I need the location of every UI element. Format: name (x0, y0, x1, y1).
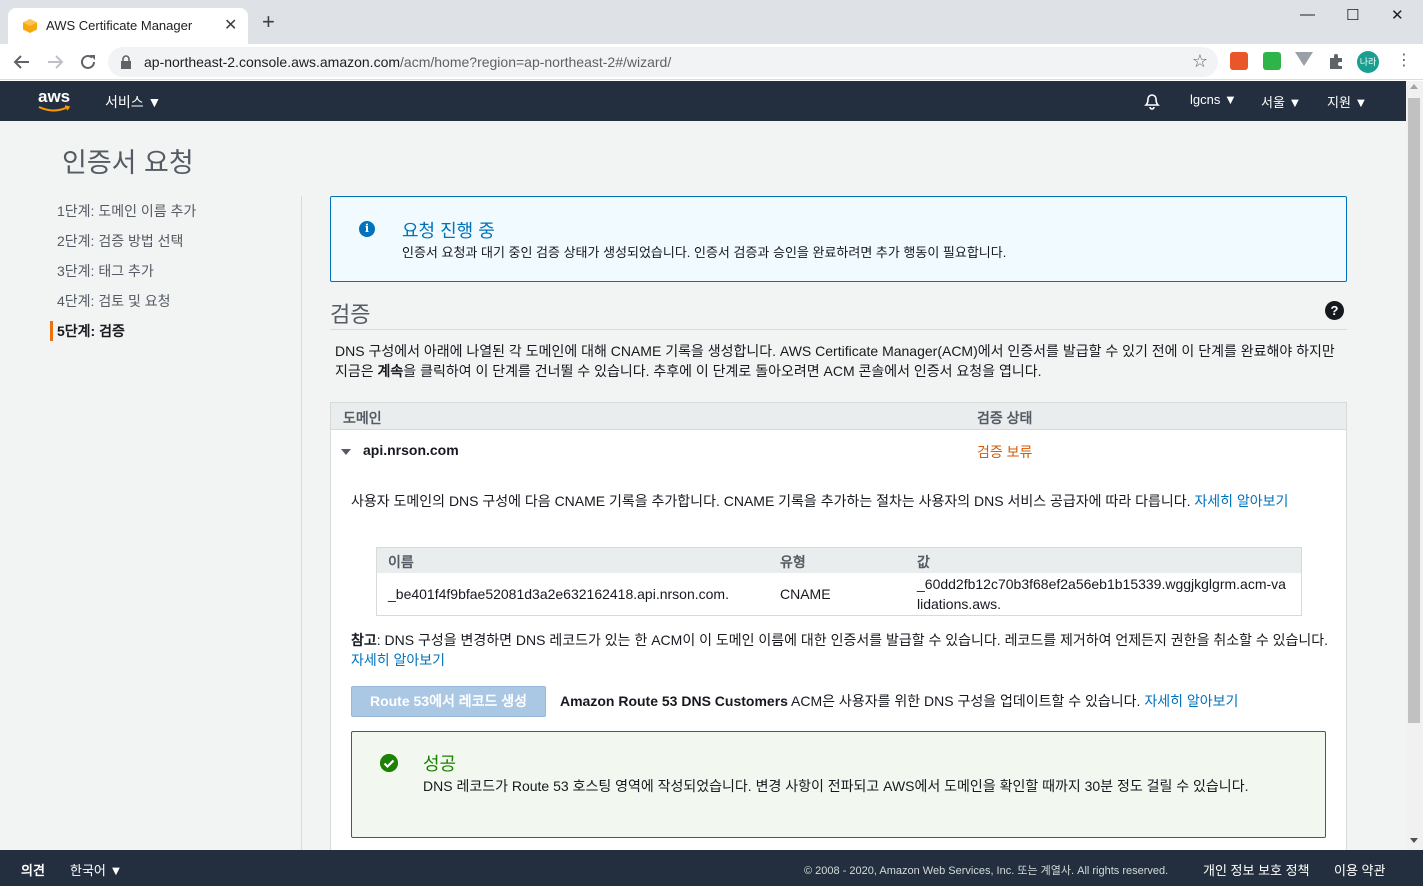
wizard-step-2[interactable]: 2단계: 검증 방법 선택 (57, 231, 183, 251)
cname-record-value: _60dd2fb12c70b3f68ef2a56eb1b15339.wggjkg… (917, 576, 1286, 612)
learn-more-link[interactable]: 자세히 알아보기 (1144, 693, 1238, 709)
lock-icon (121, 55, 131, 69)
support-menu[interactable]: 지원 ▼ (1327, 92, 1367, 111)
active-step-indicator (50, 321, 53, 341)
info-alert: i 요청 진행 중 인증서 요청과 대기 중인 검증 상태가 생성되었습니다. … (330, 196, 1347, 282)
expand-caret-icon[interactable] (341, 449, 351, 455)
region-menu[interactable]: 서울 ▼ (1261, 92, 1301, 111)
aws-smile-icon (38, 105, 71, 112)
page-title: 인증서 요청 (62, 148, 194, 178)
learn-more-link[interactable]: 자세히 알아보기 (351, 652, 445, 668)
success-alert-title: 성공 (423, 754, 457, 774)
extensions-puzzle-icon[interactable] (1327, 52, 1345, 70)
notification-bell-icon[interactable] (1143, 91, 1161, 111)
reload-icon[interactable] (79, 53, 97, 71)
terms-link[interactable]: 이용 약관 (1334, 860, 1385, 879)
info-alert-text: 인증서 요청과 대기 중인 검증 상태가 생성되었습니다. 인증서 검증과 승인… (402, 245, 1007, 260)
column-type: 유형 (780, 554, 806, 570)
validation-description: DNS 구성에서 아래에 나열된 각 도메인에 대해 CNAME 기록을 생성합… (335, 343, 1335, 379)
language-selector[interactable]: 한국어 ▼ (70, 860, 122, 879)
learn-more-link[interactable]: 자세히 알아보기 (1194, 493, 1288, 509)
aws-console-header: aws 서비스 ▼ lgcns ▼ 서울 ▼ 지원 ▼ (0, 81, 1406, 121)
browser-titlebar: AWS Certificate Manager ✕ + — ☐ ✕ (0, 0, 1423, 44)
cname-record-name: _be401f4f9bfae52081d3a2e632162418.api.nr… (388, 586, 729, 602)
extension-v-icon[interactable] (1295, 52, 1313, 66)
info-alert-title: 요청 진행 중 (402, 221, 495, 241)
column-value: 값 (917, 554, 930, 570)
address-bar[interactable]: ap-northeast-2.console.aws.amazon.com/ac… (108, 47, 1218, 77)
profile-avatar[interactable]: 나라 (1357, 51, 1379, 73)
wizard-step-5: 5단계: 검증 (57, 323, 125, 339)
tab-close-icon[interactable]: ✕ (224, 15, 237, 35)
column-validation-status: 검증 상태 (977, 410, 1033, 426)
extension-green-icon[interactable] (1263, 52, 1281, 70)
aws-console-footer: 의견 한국어 ▼ © 2008 - 2020, Amazon Web Servi… (0, 850, 1423, 886)
sidebar-divider (301, 196, 302, 850)
domain-name[interactable]: api.nrson.com (363, 442, 459, 458)
success-check-icon (380, 754, 398, 772)
scroll-up-arrow-icon[interactable] (1410, 84, 1418, 89)
tab-title: AWS Certificate Manager (46, 18, 193, 33)
info-icon: i (359, 221, 375, 237)
browser-toolbar: ap-northeast-2.console.aws.amazon.com/ac… (0, 44, 1423, 80)
aws-favicon-icon (23, 19, 37, 33)
maximize-button[interactable]: ☐ (1346, 6, 1359, 24)
forward-arrow-icon[interactable] (46, 53, 64, 71)
cname-table-header: 이름 유형 값 (377, 548, 1301, 573)
close-window-button[interactable]: ✕ (1391, 6, 1404, 24)
new-tab-button[interactable]: + (262, 11, 275, 33)
column-name: 이름 (388, 554, 414, 570)
browser-menu-icon[interactable]: ⋮ (1396, 50, 1412, 70)
cname-instructions: 사용자 도메인의 DNS 구성에 다음 CNAME 기록을 추가합니다. CNA… (351, 493, 1289, 509)
cname-record-type: CNAME (780, 586, 831, 602)
dns-note: 참고: DNS 구성을 변경하면 DNS 레코드가 있는 한 ACM이 이 도메… (351, 632, 1329, 668)
browser-tab[interactable]: AWS Certificate Manager ✕ (8, 8, 248, 44)
section-divider (330, 329, 1347, 330)
extension-rx-icon[interactable] (1230, 52, 1248, 70)
column-domain: 도메인 (343, 410, 382, 426)
validation-heading: 검증 (330, 302, 371, 327)
validation-status-badge: 검증 보류 (977, 444, 1033, 460)
privacy-policy-link[interactable]: 개인 정보 보호 정책 (1203, 860, 1310, 879)
domain-table-header: 도메인 검증 상태 (331, 403, 1346, 430)
minimize-button[interactable]: — (1300, 6, 1315, 23)
scrollbar-thumb[interactable] (1408, 98, 1420, 723)
success-alert-text: DNS 레코드가 Route 53 호스팅 영역에 작성되었습니다. 변경 사항… (423, 778, 1249, 794)
domain-table: 도메인 검증 상태 api.nrson.com 검증 보류 사용자 도메인의 D… (330, 402, 1347, 862)
copyright-text: © 2008 - 2020, Amazon Web Services, Inc.… (804, 865, 1169, 877)
create-route53-record-button[interactable]: Route 53에서 레코드 생성 (351, 686, 546, 717)
bookmark-star-icon[interactable]: ☆ (1192, 51, 1208, 72)
wizard-step-1[interactable]: 1단계: 도메인 이름 추가 (57, 201, 196, 221)
cname-record-table: 이름 유형 값 _be401f4f9bfae52081d3a2e63216241… (376, 547, 1302, 616)
success-alert: 성공 DNS 레코드가 Route 53 호스팅 영역에 작성되었습니다. 변경… (351, 731, 1326, 838)
account-menu[interactable]: lgcns ▼ (1190, 92, 1237, 107)
help-icon[interactable]: ? (1325, 301, 1344, 320)
feedback-link[interactable]: 의견 (21, 860, 45, 879)
back-arrow-icon[interactable] (13, 53, 31, 71)
url-text: ap-northeast-2.console.aws.amazon.com/ac… (144, 54, 672, 70)
services-menu[interactable]: 서비스 ▼ (105, 92, 161, 112)
scroll-down-arrow-icon[interactable] (1410, 838, 1418, 843)
wizard-step-4[interactable]: 4단계: 검토 및 요청 (57, 291, 171, 311)
route53-description: Amazon Route 53 DNS Customers ACM은 사용자를 … (560, 693, 1239, 709)
wizard-step-3[interactable]: 3단계: 태그 추가 (57, 261, 154, 281)
aws-logo[interactable]: aws (38, 87, 70, 107)
